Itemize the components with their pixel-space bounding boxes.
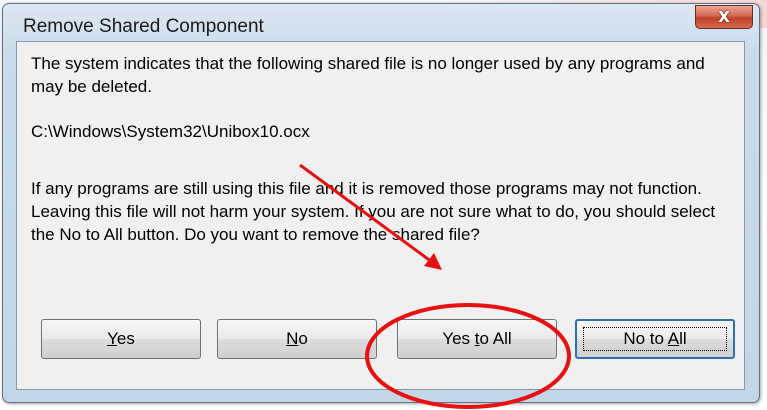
annotation-arrow-line bbox=[299, 163, 433, 264]
annotation-arrowhead bbox=[424, 253, 442, 270]
annotation-circle bbox=[365, 303, 571, 409]
annotation-overlay bbox=[299, 163, 571, 409]
